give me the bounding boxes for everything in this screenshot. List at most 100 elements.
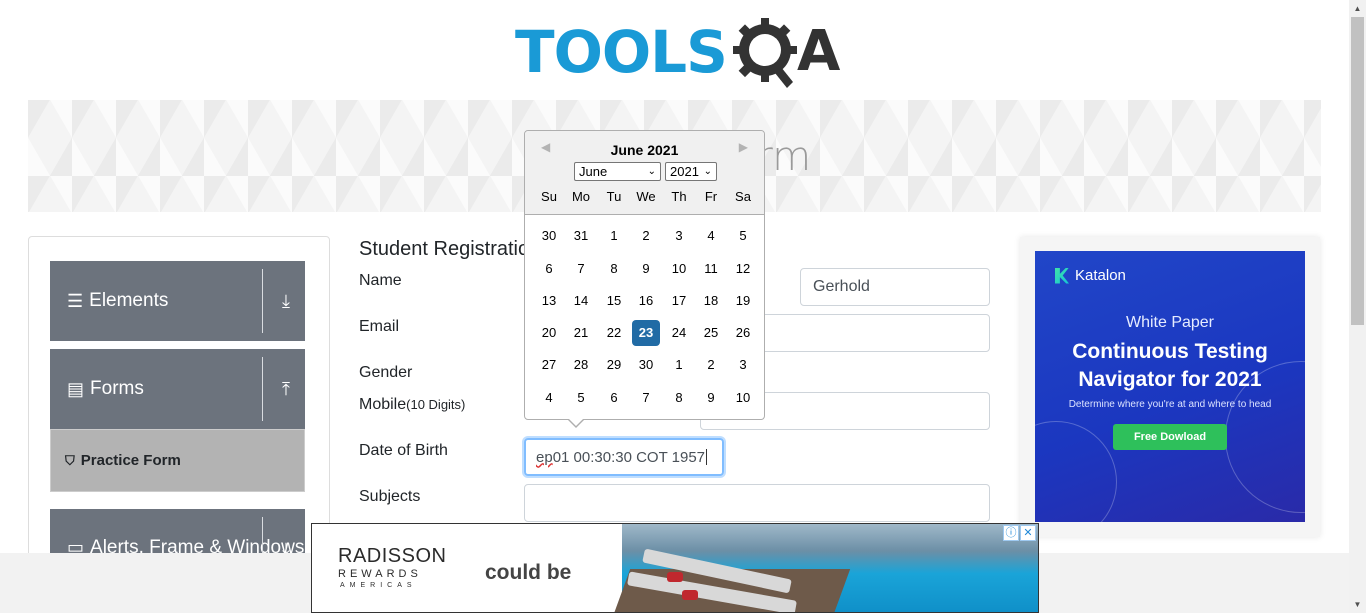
next-month-icon[interactable]: ▶ [739,140,748,154]
subjects-input[interactable] [524,484,990,522]
day-name: We [636,189,656,204]
calendar-day[interactable]: 8 [600,256,628,282]
calendar-day[interactable]: 20 [535,320,563,346]
calendar-day[interactable]: 3 [665,223,693,249]
scrollbar-thumb[interactable] [1351,17,1364,325]
dob-value-prefix: ep [536,448,553,466]
scroll-down-icon[interactable]: ▼ [1349,596,1366,613]
calendar-day[interactable]: 9 [697,385,725,411]
current-month: June 2021 [610,142,679,158]
sidebar-group-label: Forms [90,378,144,399]
download-arrow-icon[interactable]: ⤓ [272,261,300,341]
divider [262,269,263,333]
calendar-day[interactable]: 22 [600,320,628,346]
selected-day[interactable]: 23 [632,320,660,346]
month-select-value: June [579,164,608,179]
calendar-day[interactable]: 19 [729,288,757,314]
calendar-day[interactable]: 5 [567,385,595,411]
gender-label: Gender [359,364,413,381]
calendar-day[interactable]: 28 [567,352,595,378]
calendar-day[interactable]: 10 [729,385,757,411]
calendar-day[interactable]: 18 [697,288,725,314]
day-name: Sa [735,189,751,204]
last-name-input[interactable]: Gerhold [800,268,990,306]
calendar-day[interactable]: 31 [567,223,595,249]
ad-brand-line2: REWARDS [338,568,422,580]
ad-tagline: could be [485,561,572,584]
towel [667,572,683,582]
datepicker: ◀ June 2021 ▶ June ⌄ 2021 ⌄ Su Mo Tu We Th Fr Sa… [524,130,765,428]
calendar-day[interactable]: 13 [535,288,563,314]
calendar-day[interactable]: 12 [729,256,757,282]
free-download-button[interactable]: Free Dowload [1113,424,1227,450]
sidebar-group-elements[interactable]: ☰ Elements ⤓ [50,261,305,341]
day-name: Su [541,189,557,204]
ad-close-icon[interactable]: ✕ [1020,525,1036,541]
calendar-day[interactable]: 2 [697,352,725,378]
calendar-day[interactable]: 16 [632,288,660,314]
day-name: Tu [606,189,622,204]
sidebar-group-forms[interactable]: ▤ Forms ⤒ [50,349,305,429]
dob-label: Date of Birth [359,442,448,459]
calendar-day[interactable]: 10 [665,256,693,282]
radisson-ad[interactable]: RADISSON REWARDS AMERICAS could be ⓘ ✕ [311,523,1039,613]
ad-headline: Continuous Testing Navigator for 2021 [1072,340,1268,391]
calendar-day[interactable]: 30 [535,223,563,249]
calendar-day[interactable]: 4 [535,385,563,411]
month-select[interactable]: June ⌄ [574,162,661,181]
document-icon: ▤ [67,378,85,399]
calendar-day[interactable]: 24 [665,320,693,346]
toolsqa-logo[interactable]: TOOLS A [515,16,840,91]
year-select[interactable]: 2021 ⌄ [665,162,717,181]
ad-decoration [1035,421,1117,522]
calendar-day[interactable]: 27 [535,352,563,378]
calendar-day[interactable]: 4 [697,223,725,249]
ad-info-icon[interactable]: ⓘ [1003,525,1019,541]
katalon-brand: Katalon [1055,267,1126,284]
sidebar-group-label: Elements [89,290,169,311]
calendar-day[interactable]: 17 [665,288,693,314]
calendar-day[interactable]: 8 [665,385,693,411]
datepicker-header: ◀ June 2021 ▶ June ⌄ 2021 ⌄ Su Mo Tu We Th Fr Sa [525,131,764,215]
calendar-day[interactable]: 11 [697,256,725,282]
calendar-day[interactable]: 14 [567,288,595,314]
calendar-day[interactable]: 25 [697,320,725,346]
calendar-day[interactable]: 26 [729,320,757,346]
datepicker-caret-fill [568,418,584,426]
ad-controls: ⓘ ✕ [1002,525,1036,541]
chevron-down-icon: ⌄ [703,166,712,177]
sidebar-item-label: Practice Form [80,452,181,469]
calendar-day[interactable]: 2 [632,223,660,249]
date-of-birth-input[interactable]: ep 01 00:30:30 COT 1957 [524,438,724,476]
upload-arrow-icon[interactable]: ⤒ [272,349,300,429]
calendar-day[interactable]: 9 [632,256,660,282]
day-name: Th [671,189,687,204]
ad-subtitle: White Paper [1125,314,1215,331]
ad-description: Determine where you're at and where to h… [1068,399,1272,410]
day-name: Mo [571,189,591,204]
calendar-day[interactable]: 5 [729,223,757,249]
calendar-day[interactable]: 30 [632,352,660,378]
calendar-day[interactable]: 1 [600,223,628,249]
calendar-day[interactable]: 1 [665,352,693,378]
calendar-day[interactable]: 6 [600,385,628,411]
mobile-hint: (10 Digits) [406,397,466,412]
pool-image [613,524,1038,612]
email-label: Email [359,318,400,335]
dob-value: 01 00:30:30 COT 1957 [552,448,706,466]
calendar-day[interactable]: 15 [600,288,628,314]
katalon-ad[interactable]: Katalon White Paper Continuous Testing N… [1035,251,1305,522]
calendar-day[interactable]: 29 [600,352,628,378]
calendar-day[interactable]: 7 [632,385,660,411]
calendar-day[interactable]: 6 [535,256,563,282]
calendar-day[interactable]: 21 [567,320,595,346]
sidebar-item-practice-form[interactable]: ⛉ Practice Form [50,429,305,492]
scroll-up-icon[interactable]: ▲ [1349,0,1366,17]
text-cursor [706,449,708,465]
calendar-day[interactable]: 3 [729,352,757,378]
ad-brand-line3: AMERICAS [340,582,417,589]
katalon-brand-label: Katalon [1075,267,1126,284]
calendar-day[interactable]: 7 [567,256,595,282]
name-label: Name [359,272,402,289]
katalon-logo-icon [1055,267,1069,284]
